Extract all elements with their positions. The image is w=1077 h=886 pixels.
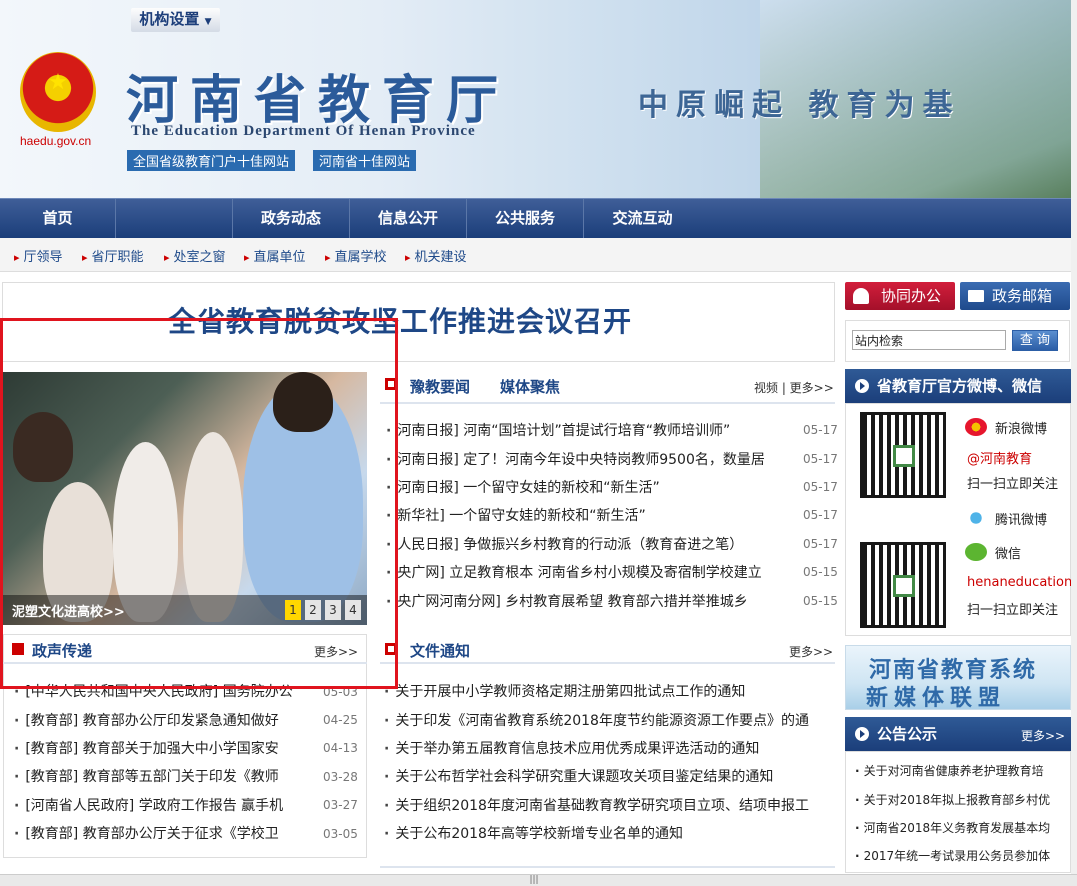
- policy-item[interactable]: [教育部] 教育部等五部门关于印发《教师: [14, 766, 314, 786]
- doc-item[interactable]: 关于公布哲学社会科学研究重大课题攻关项目鉴定结果的通知: [384, 766, 834, 786]
- doc-item[interactable]: 关于举办第五届教育信息技术应用优秀成果评选活动的通知: [384, 738, 834, 758]
- doc-item[interactable]: 关于印发《河南省教育系统2018年度节约能源资源工作要点》的通: [384, 710, 834, 730]
- award-badge: 河南省十佳网站: [313, 150, 417, 171]
- main-nav: 首页 政务动态 信息公开 公共服务 交流互动: [0, 198, 1077, 239]
- wechat-qr-code: [860, 542, 946, 628]
- tab-divider: [380, 402, 835, 404]
- play-circle-icon: [855, 727, 869, 741]
- notice-more[interactable]: 更多>>: [1021, 727, 1065, 744]
- wechat-icon: [965, 543, 987, 561]
- docs-bottom-divider: [380, 866, 835, 868]
- mail-icon: [968, 290, 984, 302]
- subnav-item[interactable]: 厅领导: [14, 246, 63, 265]
- collab-office-button[interactable]: 协同办公: [845, 282, 955, 310]
- docs-more[interactable]: 更多>>: [789, 643, 833, 660]
- subnav-item[interactable]: 直属学校: [325, 246, 387, 265]
- gov-mail-button[interactable]: 政务邮箱: [960, 282, 1070, 310]
- collab-office-label: 协同办公: [880, 287, 941, 305]
- news-date: 05-15: [803, 565, 838, 579]
- news-date: 05-17: [803, 480, 838, 494]
- nav-item-news[interactable]: 政务动态: [233, 199, 350, 239]
- search-input[interactable]: [852, 330, 1006, 350]
- docs-title[interactable]: 文件通知: [410, 640, 470, 661]
- tencent-weibo-icon: [965, 509, 987, 527]
- policy-date: 03-28: [323, 770, 358, 784]
- doc-item[interactable]: 关于公布2018年高等学校新增专业名单的通知: [384, 823, 834, 843]
- news-date: 05-17: [803, 537, 838, 551]
- nav-item-active[interactable]: 机构设置 ▼: [131, 8, 220, 32]
- news-item[interactable]: 央广网] 立足教育根本 河南省乡村小规模及寄宿制学校建立: [386, 562, 796, 582]
- sina-weibo-icon: [965, 418, 987, 436]
- slogan: 中原崛起 教育为基: [638, 88, 961, 123]
- notice-item[interactable]: 关于对2018年拟上报教育部乡村优: [855, 791, 1065, 808]
- tab-media-focus[interactable]: 媒体聚焦: [500, 376, 560, 397]
- sina-weibo-label[interactable]: 新浪微博: [995, 418, 1047, 437]
- notice-item[interactable]: 关于对河南省健康养老护理教育培: [855, 762, 1065, 779]
- policy-date: 03-27: [323, 798, 358, 812]
- search-button[interactable]: 查 询: [1012, 330, 1058, 351]
- gov-mail-label: 政务邮箱: [991, 287, 1052, 305]
- docs-divider: [380, 662, 835, 664]
- award-badge: 全国省级教育门户十佳网站: [127, 150, 296, 171]
- site-title[interactable]: 河南省教育厅: [126, 58, 510, 133]
- news-date: 05-17: [803, 452, 838, 466]
- news-item[interactable]: 河南日报] 定了！河南今年设中央特岗教师9500名，数量居: [386, 449, 796, 469]
- subnav-item[interactable]: 机关建设: [405, 246, 467, 265]
- tencent-weibo-label[interactable]: 腾讯微博: [995, 509, 1047, 528]
- wechat-label[interactable]: 微信: [995, 543, 1021, 562]
- weibo-header: 省教育厅官方微博、微信: [845, 369, 1071, 403]
- notice-item[interactable]: 2017年统一考试录用公务员参加体: [855, 847, 1065, 864]
- news-item[interactable]: 人民日报] 争做振兴乡村教育的行动派（教育奋进之笔）: [386, 534, 796, 554]
- notice-title: 公告公示: [877, 725, 938, 743]
- national-emblem-icon: ★: [20, 52, 96, 132]
- news-date: 05-17: [803, 508, 838, 522]
- news-date: 05-17: [803, 423, 838, 437]
- weibo-header-title: 省教育厅官方微博、微信: [877, 377, 1043, 395]
- site-subtitle: The Education Department Of Henan Provin…: [131, 123, 476, 139]
- scroll-grip-icon[interactable]: |||: [526, 876, 542, 885]
- weibo-qr-code: [860, 412, 946, 498]
- user-icon: [853, 288, 869, 304]
- subnav-item[interactable]: 省厅职能: [82, 246, 144, 265]
- qr-logo: [893, 575, 915, 597]
- scan-hint: 扫一扫立即关注: [967, 603, 1059, 618]
- nav-active-label: 机构设置: [139, 10, 200, 28]
- scan-hint: 扫一扫立即关注: [967, 477, 1059, 492]
- sub-nav: 厅领导 省厅职能 处室之窗 直属单位 直属学校 机关建设: [0, 238, 1077, 272]
- policy-date: 03-05: [323, 827, 358, 841]
- policy-item[interactable]: [教育部] 教育部关于加强大中小学国家安: [14, 738, 314, 758]
- news-date: 05-15: [803, 594, 838, 608]
- tab-yujiao-news[interactable]: 豫教要闻: [410, 376, 470, 397]
- nav-item-interact[interactable]: 交流互动: [584, 199, 701, 239]
- qr-logo: [893, 445, 915, 467]
- nav-item-org[interactable]: [116, 199, 233, 239]
- news-item[interactable]: 河南日报] 一个留守女娃的新校和“新生活”: [386, 477, 796, 497]
- chevron-down-icon: ▼: [204, 17, 212, 27]
- notice-item[interactable]: 河南省2018年义务教育发展基本均: [855, 819, 1065, 836]
- media-banner-line2: 新媒体联盟: [866, 685, 1007, 711]
- news-item[interactable]: 央广网河南分网] 乡村教育展希望 教育部六措并举推城乡: [386, 591, 796, 611]
- sina-account[interactable]: @河南教育: [967, 448, 1032, 467]
- policy-date: 04-13: [323, 741, 358, 755]
- vertical-scrollbar[interactable]: [1071, 0, 1077, 874]
- policy-item[interactable]: [河南省人民政府] 学政府工作报告 赢手机: [14, 795, 314, 815]
- news-more-links[interactable]: 视频 | 更多>>: [754, 379, 834, 396]
- policy-item[interactable]: [教育部] 教育部办公厅关于征求《学校卫: [14, 823, 314, 843]
- subnav-item[interactable]: 直属单位: [244, 246, 306, 265]
- highlight-annotation-box: [0, 318, 398, 689]
- wechat-account[interactable]: henaneducation: [967, 575, 1072, 590]
- nav-item-info[interactable]: 信息公开: [350, 199, 467, 239]
- doc-item[interactable]: 关于开展中小学教师资格定期注册第四批试点工作的通知: [384, 681, 834, 701]
- policy-item[interactable]: [教育部] 教育部办公厅印发紧急通知做好: [14, 710, 314, 730]
- play-circle-icon: [855, 379, 869, 393]
- news-item[interactable]: 新华社] 一个留守女娃的新校和“新生活”: [386, 505, 796, 525]
- site-domain: haedu.gov.cn: [20, 134, 92, 148]
- nav-item-service[interactable]: 公共服务: [467, 199, 584, 239]
- subnav-item[interactable]: 处室之窗: [164, 246, 226, 265]
- nav-item-home[interactable]: 首页: [0, 199, 116, 239]
- news-item[interactable]: 河南日报] 河南“国培计划”首提试行培育“教师培训师”: [386, 420, 796, 440]
- policy-date: 04-25: [323, 713, 358, 727]
- doc-item[interactable]: 关于组织2018年度河南省基础教育教学研究项目立项、结项申报工: [384, 795, 834, 815]
